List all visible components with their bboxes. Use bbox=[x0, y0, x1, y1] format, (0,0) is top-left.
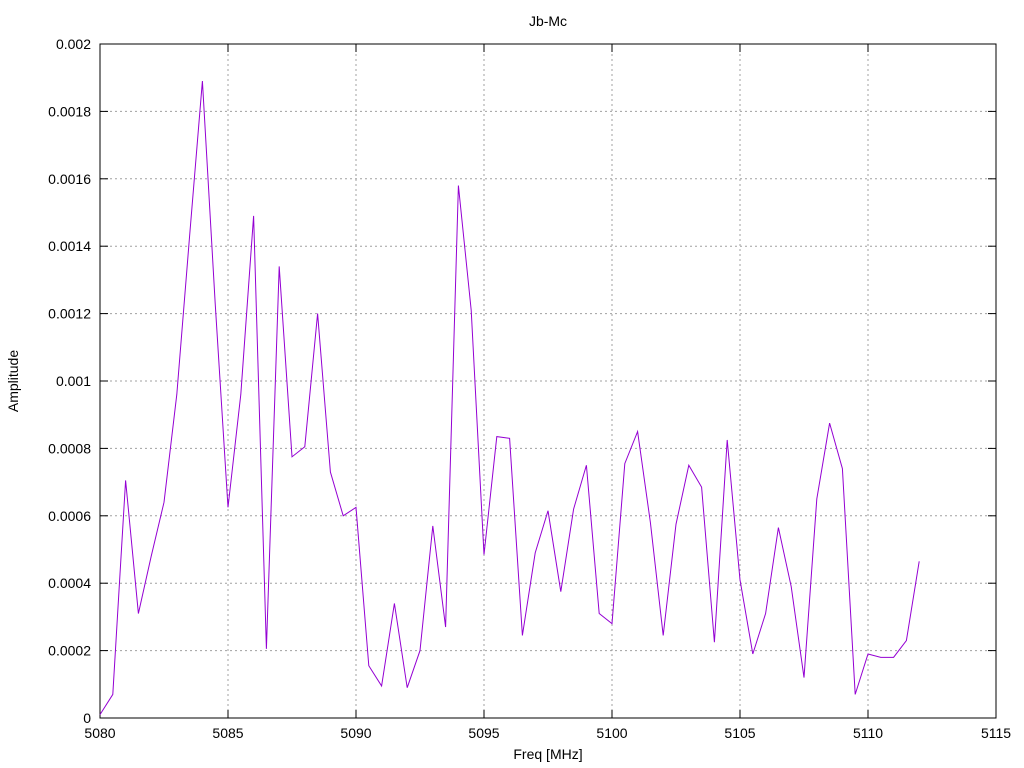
y-tick-label: 0.0018 bbox=[48, 103, 91, 119]
x-axis-title: Freq [MHz] bbox=[513, 746, 582, 762]
chart-title: Jb-Mc bbox=[529, 13, 567, 29]
x-tick-label: 5115 bbox=[981, 725, 1011, 741]
y-tick-label: 0 bbox=[83, 710, 91, 726]
y-tick-label: 0.0014 bbox=[48, 238, 91, 254]
y-tick-label: 0.0008 bbox=[48, 440, 91, 456]
y-tick-label: 0.001 bbox=[56, 373, 91, 389]
y-tick-label: 0.0002 bbox=[48, 643, 91, 659]
x-tick-label: 5105 bbox=[724, 725, 755, 741]
y-tick-label: 0.0004 bbox=[48, 575, 91, 591]
line-chart: 5080 5085 5090 5095 5100 5105 5110 5115 0 0.0002 0… bbox=[0, 0, 1024, 768]
x-tick-label: 5095 bbox=[468, 725, 499, 741]
y-tick-label: 0.0012 bbox=[48, 306, 91, 322]
y-tick-label: 0.0006 bbox=[48, 508, 91, 524]
y-axis-title: Amplitude bbox=[5, 350, 21, 412]
x-tick-label: 5110 bbox=[853, 725, 883, 741]
x-tick-label: 5080 bbox=[84, 725, 115, 741]
x-tick-label: 5090 bbox=[340, 725, 371, 741]
chart-background bbox=[0, 0, 1024, 768]
y-tick-label: 0.002 bbox=[56, 36, 91, 52]
x-tick-label: 5100 bbox=[596, 725, 627, 741]
x-tick-label: 5085 bbox=[212, 725, 243, 741]
y-tick-label: 0.0016 bbox=[48, 171, 91, 187]
